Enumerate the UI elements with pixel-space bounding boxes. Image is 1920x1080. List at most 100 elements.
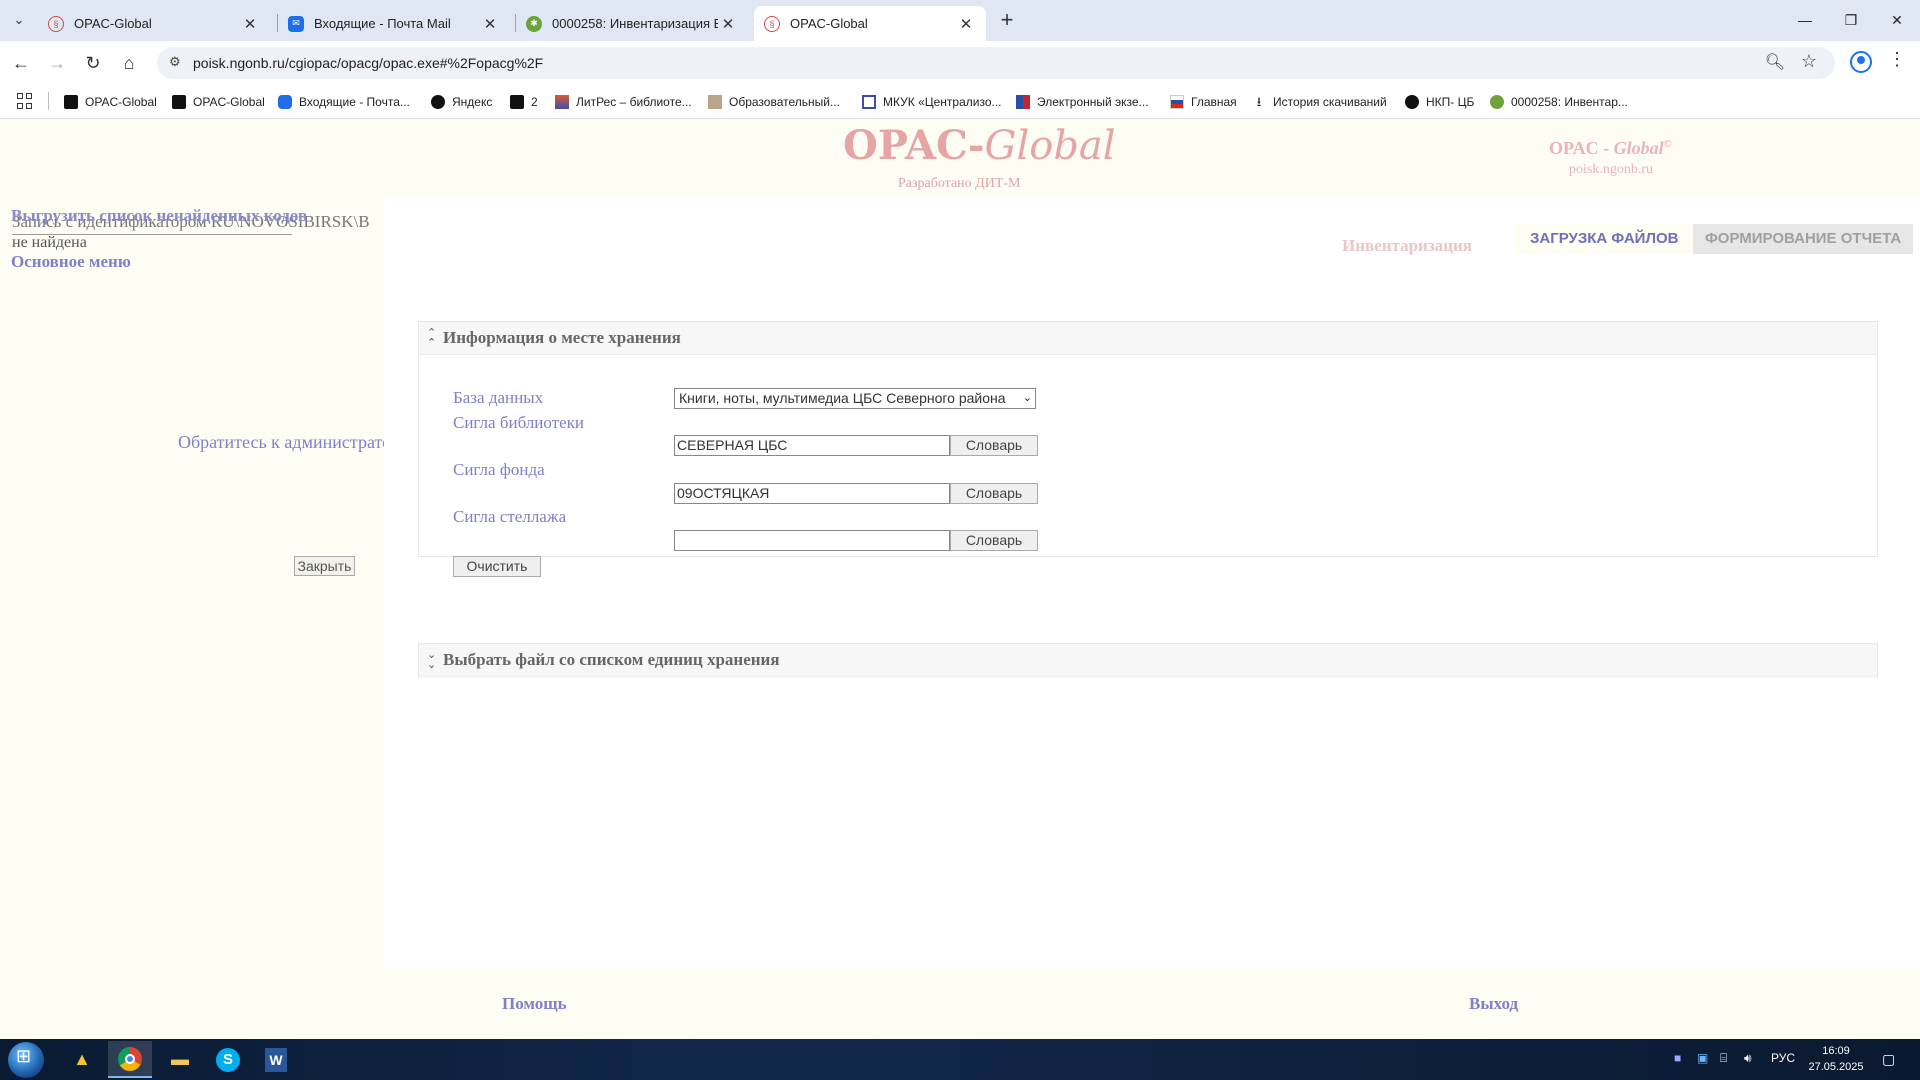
- zoom-icon[interactable]: 🔍︎: [1765, 52, 1785, 72]
- teams-tray-icon[interactable]: ■: [1674, 1051, 1681, 1065]
- storage-info-header[interactable]: ⌃ ⌃ Информация о месте хранения: [419, 322, 1877, 355]
- bookmark-item[interactable]: 0000258: Инвентар...: [1490, 92, 1628, 112]
- chevron-down-icon[interactable]: ⌄ ⌄: [427, 650, 441, 671]
- bookmark-item[interactable]: OPAC-Global: [64, 92, 157, 112]
- word-app-icon[interactable]: W: [254, 1041, 298, 1078]
- skype-app-icon[interactable]: S: [206, 1041, 250, 1078]
- not-found-text: не найдена: [12, 234, 87, 251]
- back-arrow-icon[interactable]: ←: [8, 50, 34, 76]
- bookmark-item[interactable]: Образовательный...: [708, 92, 840, 112]
- bookmark-item[interactable]: ⭳ История скачиваний: [1252, 92, 1387, 112]
- start-button-icon[interactable]: [8, 1042, 44, 1078]
- url-text[interactable]: poisk.ngonb.ru/cgiopac/opacg/opac.exe#%2…: [193, 55, 543, 71]
- bookmark-label: МКУК «Централизо...: [883, 95, 1002, 109]
- bookmark-star-icon[interactable]: ☆: [1801, 51, 1817, 72]
- warning-app-icon[interactable]: ▲: [60, 1041, 104, 1078]
- app-tray-icon[interactable]: ▣: [1697, 1051, 1708, 1065]
- database-select[interactable]: Книги, ноты, мультимедиа ЦБС Северного р…: [674, 388, 1036, 409]
- address-bar[interactable]: ⚙ poisk.ngonb.ru/cgiopac/opacg/opac.exe#…: [157, 47, 1835, 79]
- brand-site-link[interactable]: poisk.ngonb.ru: [1569, 162, 1653, 178]
- close-tab-icon[interactable]: ✕: [480, 15, 500, 33]
- network-icon[interactable]: ⌸: [1720, 1051, 1727, 1066]
- browser-tab-2[interactable]: ✉ Входящие - Почта Mail ✕: [278, 6, 510, 41]
- bookmark-item[interactable]: Яндекс: [431, 92, 492, 112]
- bookmark-label: ЛитРес – библиоте...: [576, 95, 692, 109]
- bookmark-label: OPAC-Global: [85, 95, 157, 109]
- mail-favicon-icon: ✉: [288, 15, 304, 32]
- bookmark-item[interactable]: МКУК «Централизо...: [862, 92, 1002, 112]
- close-window-icon[interactable]: ✕: [1874, 6, 1920, 34]
- bug-icon: [1490, 95, 1504, 109]
- tab-report[interactable]: ФОРМИРОВАНИЕ ОТЧЕТА: [1693, 224, 1914, 254]
- panel-title: Информация о месте хранения: [443, 328, 681, 347]
- bookmark-separator: [48, 92, 49, 110]
- bookmark-item[interactable]: НКП- ЦБ: [1405, 92, 1474, 112]
- library-dictionary-button[interactable]: Словарь: [950, 435, 1038, 456]
- close-tab-icon[interactable]: ✕: [956, 15, 976, 33]
- brand-title-right: OPAC - Global©: [1549, 138, 1672, 159]
- tab-search-chevron-icon[interactable]: ⌄: [6, 8, 32, 32]
- tab-title: OPAC-Global: [74, 16, 152, 31]
- book-icon: [64, 95, 78, 109]
- bookmark-item[interactable]: Электронный экзе...: [1016, 92, 1149, 112]
- site-info-icon[interactable]: ⚙: [169, 54, 181, 70]
- browser-tab-1[interactable]: § OPAC-Global ✕: [38, 6, 270, 41]
- brand-text-italic: Global: [1613, 138, 1664, 158]
- flag-icon: [1170, 95, 1184, 109]
- file-explorer-icon[interactable]: ▬: [158, 1041, 202, 1078]
- bookmark-item[interactable]: Входящие - Почта...: [278, 92, 410, 112]
- shelf-dictionary-button[interactable]: Словарь: [950, 530, 1038, 551]
- fund-sigla-label: Сигла фонда: [453, 460, 545, 479]
- bookmark-item[interactable]: 2: [510, 92, 538, 112]
- notifications-icon[interactable]: ▢: [1882, 1051, 1895, 1068]
- close-tab-icon[interactable]: ✕: [240, 15, 260, 33]
- minimize-window-icon[interactable]: —: [1782, 6, 1828, 34]
- panel-title: Выбрать файл со списком единиц хранения: [443, 650, 780, 669]
- help-link[interactable]: Помощь: [502, 994, 567, 1014]
- browser-menu-icon[interactable]: ⋮: [1888, 49, 1906, 70]
- library-sigla-input[interactable]: СЕВЕРНАЯ ЦБС: [674, 435, 950, 456]
- chevron-up-icon[interactable]: ⌃ ⌃: [427, 328, 441, 349]
- language-indicator[interactable]: РУС: [1771, 1051, 1795, 1065]
- browser-tab-4-active[interactable]: § OPAC-Global ✕: [754, 6, 986, 41]
- tab-file-upload[interactable]: ЗАГРУЗКА ФАЙЛОВ: [1516, 224, 1693, 254]
- reload-icon[interactable]: ↻: [80, 50, 106, 76]
- bookmark-label: Образовательный...: [729, 95, 840, 109]
- mail-icon: [278, 95, 292, 109]
- main-menu-link[interactable]: Основное меню: [11, 252, 131, 272]
- new-tab-button[interactable]: +: [994, 8, 1020, 34]
- fund-sigla-input[interactable]: 09ОСТЯЦКАЯ: [674, 483, 950, 504]
- module-tabs: Инвентаризация ЗАГРУЗКА ФАЙЛОВ ФОРМИРОВА…: [384, 224, 1920, 260]
- volume-icon[interactable]: 🔊︎: [1744, 1051, 1752, 1066]
- library-icon: [862, 95, 876, 109]
- tab-inventory[interactable]: Инвентаризация: [1342, 236, 1472, 256]
- opac-logo: OPAC-Global: [843, 122, 1116, 169]
- browser-tab-3[interactable]: ✱ 0000258: Инвентаризация БФ ✕: [516, 6, 748, 41]
- developer-credit: Разработано ДИТ-М: [898, 176, 1021, 191]
- file-select-header[interactable]: ⌄ ⌄ Выбрать файл со списком единиц хранен…: [419, 644, 1877, 677]
- bookmark-label: НКП- ЦБ: [1426, 95, 1475, 109]
- export-missing-codes-link[interactable]: Выгрузить список ненайденных кодов: [11, 206, 307, 226]
- bookmark-label: Главная: [1191, 95, 1237, 109]
- clear-button[interactable]: Очистить: [453, 556, 541, 577]
- bookmark-item[interactable]: ЛитРес – библиоте...: [555, 92, 692, 112]
- clock-date: 27.05.2025: [1808, 1061, 1864, 1073]
- shelf-sigla-input[interactable]: [674, 530, 950, 551]
- file-select-panel: ⌄ ⌄ Выбрать файл со списком единиц хранен…: [418, 643, 1878, 677]
- restore-window-icon[interactable]: ❐: [1828, 6, 1874, 34]
- clock-time: 16:09: [1822, 1045, 1850, 1057]
- logo-text-italic: Global: [984, 123, 1116, 169]
- apps-grid-icon[interactable]: [17, 93, 33, 109]
- chrome-app-icon[interactable]: [108, 1041, 152, 1078]
- bookmark-item[interactable]: Главная: [1170, 92, 1237, 112]
- profile-icon[interactable]: [1850, 51, 1872, 73]
- close-tab-icon[interactable]: ✕: [718, 15, 738, 33]
- home-icon[interactable]: ⌂: [116, 50, 142, 76]
- forward-arrow-icon[interactable]: →: [44, 50, 70, 76]
- book-icon: [172, 95, 186, 109]
- fund-dictionary-button[interactable]: Словарь: [950, 483, 1038, 504]
- close-button[interactable]: Закрыть: [294, 556, 355, 576]
- bookmark-item[interactable]: OPAC-Global: [172, 92, 265, 112]
- taskbar-clock[interactable]: 16:09 27.05.2025: [1806, 1043, 1866, 1075]
- exit-link[interactable]: Выход: [1469, 994, 1518, 1014]
